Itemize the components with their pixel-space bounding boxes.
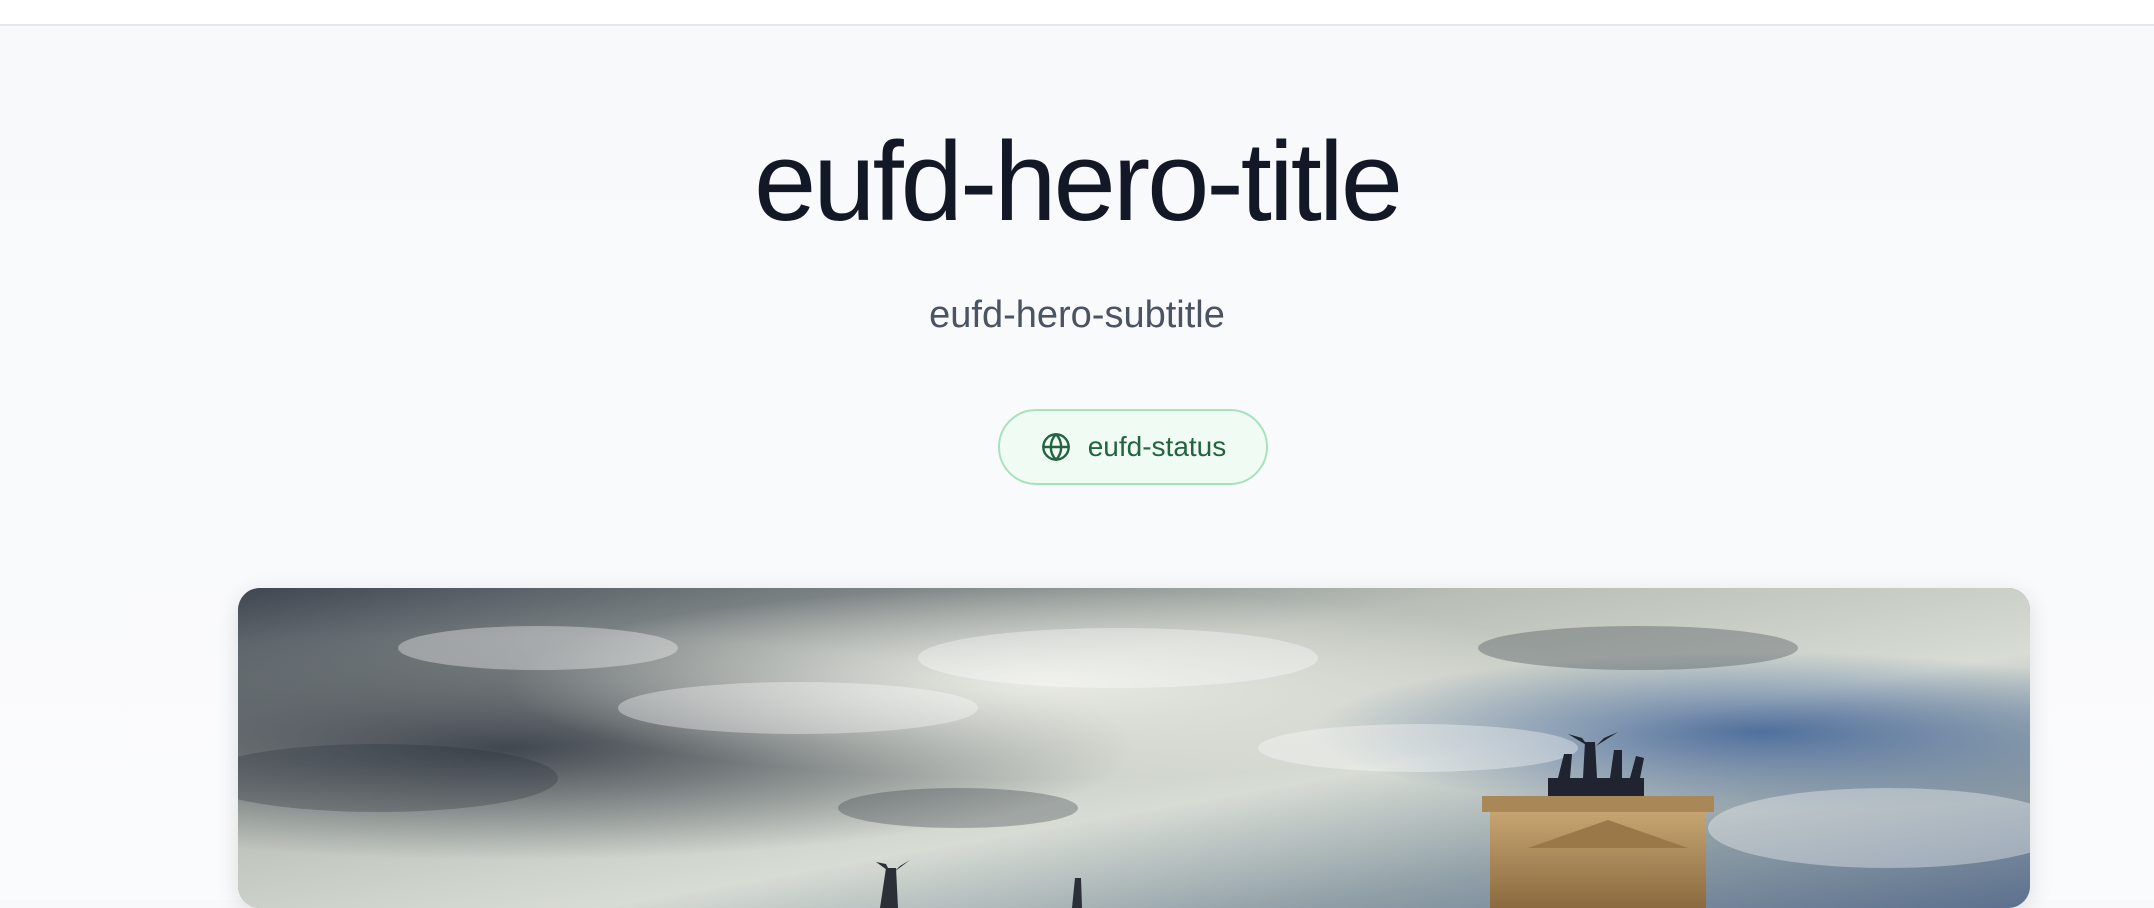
top-navigation-bar <box>0 0 2154 26</box>
globe-icon <box>1040 431 1072 463</box>
hero-image <box>238 588 2030 908</box>
hero-subtitle: eufd-hero-subtitle <box>929 294 1225 336</box>
status-badge: eufd-status <box>998 409 1268 485</box>
status-label: eufd-status <box>1087 431 1227 462</box>
hero-title: eufd-hero-title <box>753 119 1403 244</box>
